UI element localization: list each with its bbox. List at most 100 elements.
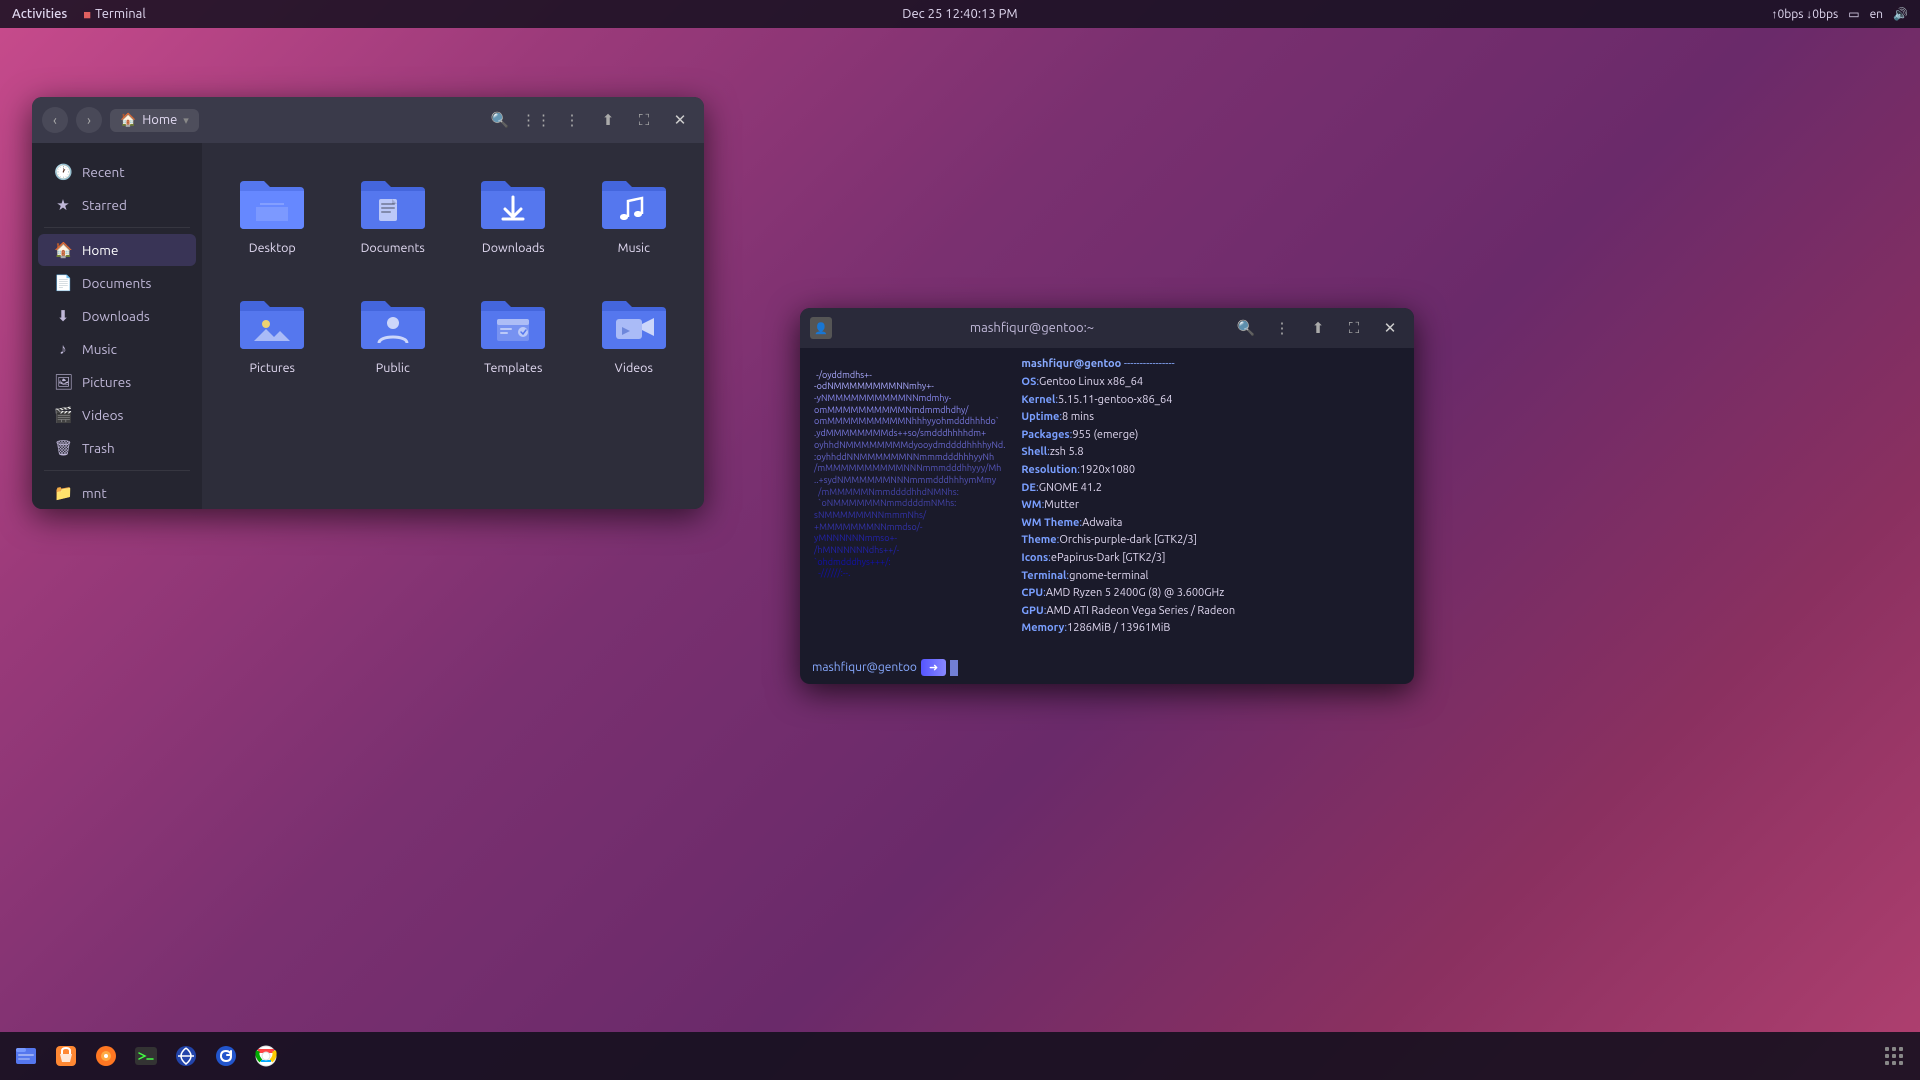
file-manager-window: ‹ › 🏠 Home ▾ 🔍 ⋮⋮ ⋮ ⬆ ⛶ ✕ 🕐 Recent ★ Sta… — [32, 97, 704, 509]
folder-public[interactable]: Public — [339, 279, 448, 387]
terminal-close-button[interactable]: ✕ — [1376, 314, 1404, 342]
sidebar-item-videos-label: Videos — [82, 407, 123, 423]
folder-downloads-label: Downloads — [482, 241, 545, 255]
terminal-taskbar-item[interactable]: ■ Terminal — [83, 7, 145, 22]
mnt-icon: 📁 — [54, 484, 72, 502]
folder-desktop-icon — [236, 171, 308, 235]
screen-icon: ▭ — [1848, 7, 1859, 21]
update-icon — [213, 1043, 239, 1069]
folder-videos-icon — [598, 291, 670, 355]
apps-grid-icon — [1883, 1045, 1905, 1067]
starred-icon: ★ — [54, 196, 72, 214]
home-sidebar-icon: 🏠 — [54, 241, 72, 259]
pictures-icon: 🖼 — [54, 373, 72, 391]
terminal-search-button[interactable]: 🔍 — [1232, 314, 1260, 342]
close-button[interactable]: ✕ — [666, 106, 694, 134]
terminal-prompt[interactable]: mashfiqur@gentoo ➜ — [800, 655, 1414, 684]
terminal-app-label: Terminal — [95, 7, 146, 21]
home-breadcrumb[interactable]: 🏠 Home ▾ — [110, 109, 199, 132]
terminal-titlebar: 👤 mashfiqur@gentoo:~ 🔍 ⋮ ⬆ ⛶ ✕ — [800, 308, 1414, 348]
sidebar-item-videos[interactable]: 🎬 Videos — [38, 399, 196, 431]
activities-label[interactable]: Activities — [12, 7, 67, 21]
terminal-title: mashfiqur@gentoo:~ — [840, 321, 1224, 335]
folder-downloads[interactable]: Downloads — [459, 159, 568, 267]
sidebar-item-home[interactable]: 🏠 Home — [38, 234, 196, 266]
sidebar-separator-1 — [44, 227, 190, 228]
cursor — [950, 660, 958, 676]
sidebar-item-mnt[interactable]: 📁 mnt — [38, 477, 196, 509]
terminal-avatar: 👤 — [810, 317, 832, 339]
breadcrumb-label: Home — [142, 113, 177, 127]
folder-music-icon — [598, 171, 670, 235]
search-button[interactable]: 🔍 — [486, 106, 514, 134]
menu-button[interactable]: ⋮ — [558, 106, 586, 134]
sidebar-item-trash-label: Trash — [82, 440, 115, 456]
topbar: Activities ■ Terminal Dec 25 12:40:13 PM… — [0, 0, 1920, 28]
file-manager-titlebar: ‹ › 🏠 Home ▾ 🔍 ⋮⋮ ⋮ ⬆ ⛶ ✕ — [32, 97, 704, 143]
files-icon — [13, 1043, 39, 1069]
terminal-body: -/oyddmdhs+- -odNMMMMMMMMNNmhy+- -yNMMMM… — [800, 348, 1414, 655]
chrome-icon — [253, 1043, 279, 1069]
network-label: ↑0bps ↓0bps — [1771, 7, 1838, 21]
chevron-down-icon: ▾ — [183, 114, 189, 127]
back-button[interactable]: ‹ — [42, 107, 68, 133]
neofetch-separator: ---------------- — [1124, 358, 1175, 370]
documents-icon: 📄 — [54, 274, 72, 292]
neofetch-info: OS: Gentoo Linux x86_64 Kernel: 5.15.11-… — [1021, 374, 1402, 645]
terminal-menu-button[interactable]: ⋮ — [1268, 314, 1296, 342]
sidebar-item-starred[interactable]: ★ Starred — [38, 189, 196, 221]
videos-icon: 🎬 — [54, 406, 72, 424]
sidebar-item-pictures-label: Pictures — [82, 374, 131, 390]
folder-music[interactable]: Music — [580, 159, 689, 267]
folder-desktop-label: Desktop — [249, 241, 296, 255]
datetime-label: Dec 25 12:40:13 PM — [902, 7, 1017, 21]
file-manager-body: 🕐 Recent ★ Starred 🏠 Home 📄 Documents ⬇ … — [32, 143, 704, 509]
taskbar-files-button[interactable] — [8, 1038, 44, 1074]
view-options-button[interactable]: ⋮⋮ — [522, 106, 550, 134]
folder-templates[interactable]: Templates — [459, 279, 568, 387]
trash-icon: 🗑 — [54, 439, 72, 457]
vpn-icon — [173, 1043, 199, 1069]
taskbar — [0, 1032, 1920, 1080]
sidebar-item-documents-label: Documents — [82, 275, 151, 291]
main-content: Desktop Documents — [202, 143, 704, 509]
terminal-maximize-button[interactable]: ⛶ — [1340, 314, 1368, 342]
forward-button[interactable]: › — [76, 107, 102, 133]
sidebar-item-trash[interactable]: 🗑 Trash — [38, 432, 196, 464]
sidebar-item-recent-label: Recent — [82, 164, 125, 180]
taskbar-browser-alt-button[interactable] — [88, 1038, 124, 1074]
folder-documents-icon — [357, 171, 429, 235]
recent-icon: 🕐 — [54, 163, 72, 181]
taskbar-terminal-button[interactable] — [128, 1038, 164, 1074]
maximize-button[interactable]: ⛶ — [630, 106, 658, 134]
folder-desktop[interactable]: Desktop — [218, 159, 327, 267]
language-label: en — [1870, 8, 1883, 21]
folder-videos[interactable]: Videos — [580, 279, 689, 387]
sidebar: 🕐 Recent ★ Starred 🏠 Home 📄 Documents ⬇ … — [32, 143, 202, 509]
terminal-window: 👤 mashfiqur@gentoo:~ 🔍 ⋮ ⬆ ⛶ ✕ -/oyddmdh… — [800, 308, 1414, 684]
sidebar-item-downloads[interactable]: ⬇ Downloads — [38, 300, 196, 332]
prompt-arrow: ➜ — [921, 659, 946, 676]
music-icon: ♪ — [54, 340, 72, 358]
upload-button[interactable]: ⬆ — [594, 106, 622, 134]
taskbar-vpn-button[interactable] — [168, 1038, 204, 1074]
prompt-username: mashfiqur@gentoo — [812, 661, 917, 674]
sidebar-item-recent[interactable]: 🕐 Recent — [38, 156, 196, 188]
taskbar-store-button[interactable] — [48, 1038, 84, 1074]
terminal-upload-button[interactable]: ⬆ — [1304, 314, 1332, 342]
sidebar-item-documents[interactable]: 📄 Documents — [38, 267, 196, 299]
sidebar-item-pictures[interactable]: 🖼 Pictures — [38, 366, 196, 398]
folder-documents[interactable]: Documents — [339, 159, 448, 267]
folder-videos-label: Videos — [615, 361, 653, 375]
sidebar-item-music[interactable]: ♪ Music — [38, 333, 196, 365]
folder-pictures-label: Pictures — [250, 361, 295, 375]
sidebar-separator-2 — [44, 470, 190, 471]
folder-pictures-icon — [236, 291, 308, 355]
home-icon: 🏠 — [120, 113, 136, 128]
taskbar-update-button[interactable] — [208, 1038, 244, 1074]
neofetch-ascii-art: -/oyddmdhs+- -odNMMMMMMMMNNmhy+- -yNMMMM… — [812, 358, 1005, 645]
taskbar-apps-grid-button[interactable] — [1876, 1038, 1912, 1074]
folder-downloads-icon — [477, 171, 549, 235]
taskbar-chrome-button[interactable] — [248, 1038, 284, 1074]
folder-pictures[interactable]: Pictures — [218, 279, 327, 387]
